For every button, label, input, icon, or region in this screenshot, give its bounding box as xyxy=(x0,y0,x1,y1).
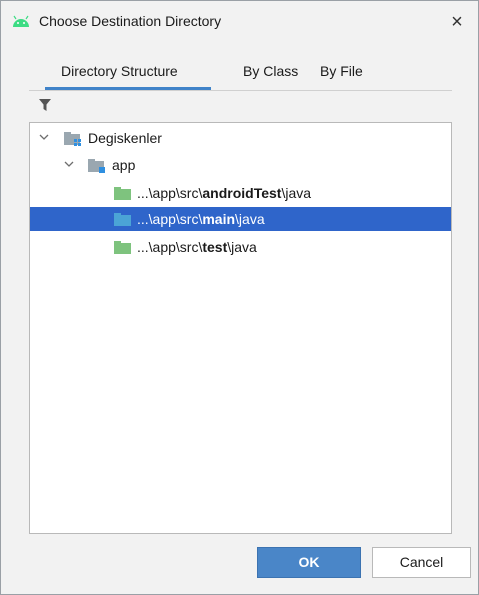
tree-node-degiskenler[interactable]: Degiskenler xyxy=(30,126,451,150)
tree-node-label: ...\app\src\test\java xyxy=(137,239,257,255)
tree-node-main-java[interactable]: ...\app\src\main\java xyxy=(30,207,451,231)
test-source-folder-icon xyxy=(114,241,131,254)
test-source-folder-icon xyxy=(114,187,131,200)
cancel-button[interactable]: Cancel xyxy=(372,547,471,578)
module-folder-icon xyxy=(64,132,81,146)
tab-directory-structure[interactable]: Directory Structure xyxy=(61,63,178,79)
source-folder-icon xyxy=(114,213,131,226)
tab-by-class[interactable]: By Class xyxy=(243,63,298,79)
tree-node-label: app xyxy=(112,157,136,173)
chevron-down-icon[interactable] xyxy=(38,131,50,143)
android-icon xyxy=(13,15,29,27)
tree-node-label: ...\app\src\main\java xyxy=(137,211,265,227)
dialog-title: Choose Destination Directory xyxy=(39,13,222,29)
title-bar: Choose Destination Directory × xyxy=(1,1,478,41)
ok-button[interactable]: OK xyxy=(257,547,361,578)
choose-destination-dialog: Choose Destination Directory × Directory… xyxy=(0,0,479,595)
tab-divider xyxy=(29,90,452,91)
tree-node-label: Degiskenler xyxy=(88,130,162,146)
module-folder-icon xyxy=(88,159,105,173)
directory-tree[interactable]: Degiskenler app ...\app\src\androidTest\… xyxy=(29,122,452,534)
close-button[interactable]: × xyxy=(445,10,469,34)
tab-by-file[interactable]: By File xyxy=(320,63,363,79)
filter-icon[interactable] xyxy=(39,99,51,111)
tree-node-android-test-java[interactable]: ...\app\src\androidTest\java xyxy=(30,181,451,205)
chevron-down-icon[interactable] xyxy=(63,158,75,170)
tree-node-label: ...\app\src\androidTest\java xyxy=(137,185,312,201)
tree-node-app[interactable]: app xyxy=(30,153,451,177)
tree-node-test-java[interactable]: ...\app\src\test\java xyxy=(30,235,451,259)
